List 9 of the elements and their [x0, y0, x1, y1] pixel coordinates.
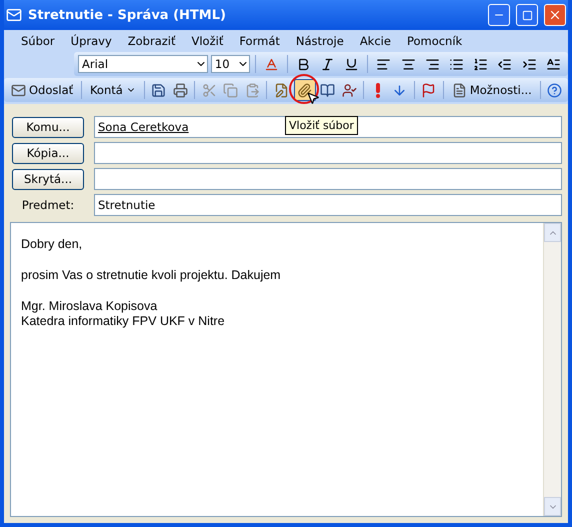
window-title: Stretnutie - Správa (HTML)	[28, 8, 227, 22]
body-text: Katedra informatiky FPV UKF v Nitre	[21, 314, 226, 329]
field-label: Predmet:	[20, 198, 76, 212]
body-text: Dobry den,	[21, 237, 84, 252]
font-size: 10	[214, 57, 230, 71]
body-text: prosim Vas o stretnutie kvoli projektu. Dakujem	[21, 268, 282, 283]
tooltip: Vložiť súbor	[285, 116, 358, 135]
font-name: Arial	[82, 57, 108, 71]
body-text: Mgr. Miroslava Kopisova	[21, 299, 158, 314]
